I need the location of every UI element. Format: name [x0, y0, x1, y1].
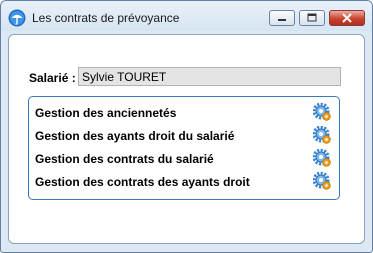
- salarie-field[interactable]: Sylvie TOURET: [78, 67, 341, 86]
- menu-item-contrats-ayants-droit[interactable]: Gestion des contrats des ayants droit: [35, 171, 331, 191]
- maximize-icon: [307, 13, 317, 22]
- client-area: Salarié : Sylvie TOURET Gestion des anci…: [8, 34, 365, 244]
- menu-item-anciennetes[interactable]: Gestion des anciennetés: [35, 102, 331, 122]
- title-bar[interactable]: Les contrats de prévoyance: [1, 1, 372, 31]
- gear-icon[interactable]: [313, 103, 331, 121]
- gear-icon[interactable]: [313, 172, 331, 190]
- menu-item-label: Gestion des ayants droit du salarié: [35, 129, 235, 143]
- app-icon: [8, 9, 26, 27]
- menu-item-contrats-salarie[interactable]: Gestion des contrats du salarié: [35, 148, 331, 168]
- gear-icon[interactable]: [313, 149, 331, 167]
- minimize-icon: [278, 19, 286, 21]
- gestion-menu-group: Gestion des anciennetés Gestion des ayan…: [28, 96, 340, 200]
- menu-item-label: Gestion des anciennetés: [35, 106, 177, 120]
- maximize-button[interactable]: [299, 10, 325, 26]
- salarie-label: Salarié :: [29, 71, 76, 85]
- close-icon: [342, 13, 352, 23]
- gear-icon[interactable]: [313, 126, 331, 144]
- minimize-button[interactable]: [269, 10, 295, 26]
- window: Les contrats de prévoyance Salarié : Syl…: [0, 0, 373, 253]
- close-button[interactable]: [329, 10, 365, 26]
- window-title: Les contrats de prévoyance: [32, 11, 180, 25]
- menu-item-ayants-droit[interactable]: Gestion des ayants droit du salarié: [35, 125, 331, 145]
- menu-item-label: Gestion des contrats des ayants droit: [35, 175, 250, 189]
- menu-item-label: Gestion des contrats du salarié: [35, 152, 214, 166]
